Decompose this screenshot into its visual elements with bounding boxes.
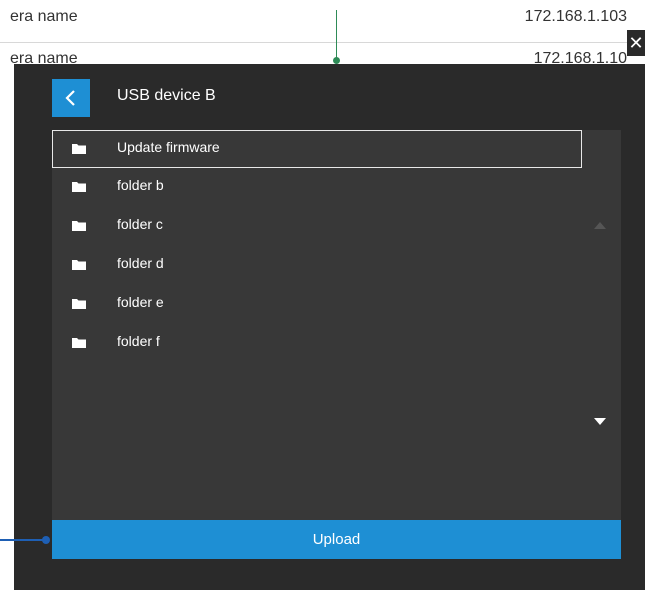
- folder-icon: [72, 182, 86, 192]
- list-item-label: folder b: [117, 177, 164, 193]
- folder-icon: [72, 221, 86, 231]
- list-item-label: folder d: [117, 255, 164, 271]
- connection-dot: [333, 57, 340, 64]
- list-item-label: folder f: [117, 333, 160, 349]
- list-item-folder-b[interactable]: folder b: [52, 168, 582, 204]
- device-row: era name 172.168.1.103: [0, 0, 645, 43]
- list-item-folder-c[interactable]: folder c: [52, 207, 582, 243]
- folder-list: Update firmware folder b folder c folder…: [52, 130, 621, 520]
- connection-dot: [42, 536, 50, 544]
- device-ip: 172.168.1.103: [524, 8, 627, 25]
- list-item-update-firmware[interactable]: Update firmware: [52, 130, 582, 168]
- scroll-down-icon[interactable]: [594, 418, 606, 425]
- folder-icon: [72, 144, 86, 154]
- upload-button[interactable]: Upload: [52, 520, 621, 559]
- list-item-label: Update firmware: [117, 139, 220, 155]
- connection-line: [0, 539, 46, 541]
- scroll-up-icon[interactable]: [594, 222, 606, 229]
- folder-icon: [72, 260, 86, 270]
- device-name: era name: [10, 8, 78, 25]
- list-item-label: folder e: [117, 294, 164, 310]
- list-item-label: folder c: [117, 216, 163, 232]
- list-item-folder-d[interactable]: folder d: [52, 246, 582, 282]
- back-button[interactable]: [52, 79, 90, 117]
- list-item-folder-f[interactable]: folder f: [52, 324, 582, 360]
- folder-icon: [72, 338, 86, 348]
- close-icon[interactable]: ✕: [627, 30, 645, 56]
- connection-line: [336, 10, 337, 60]
- chevron-left-icon: [65, 90, 75, 106]
- list-item-folder-e[interactable]: folder e: [52, 285, 582, 321]
- folder-icon: [72, 299, 86, 309]
- dialog-title: USB device B: [117, 87, 216, 104]
